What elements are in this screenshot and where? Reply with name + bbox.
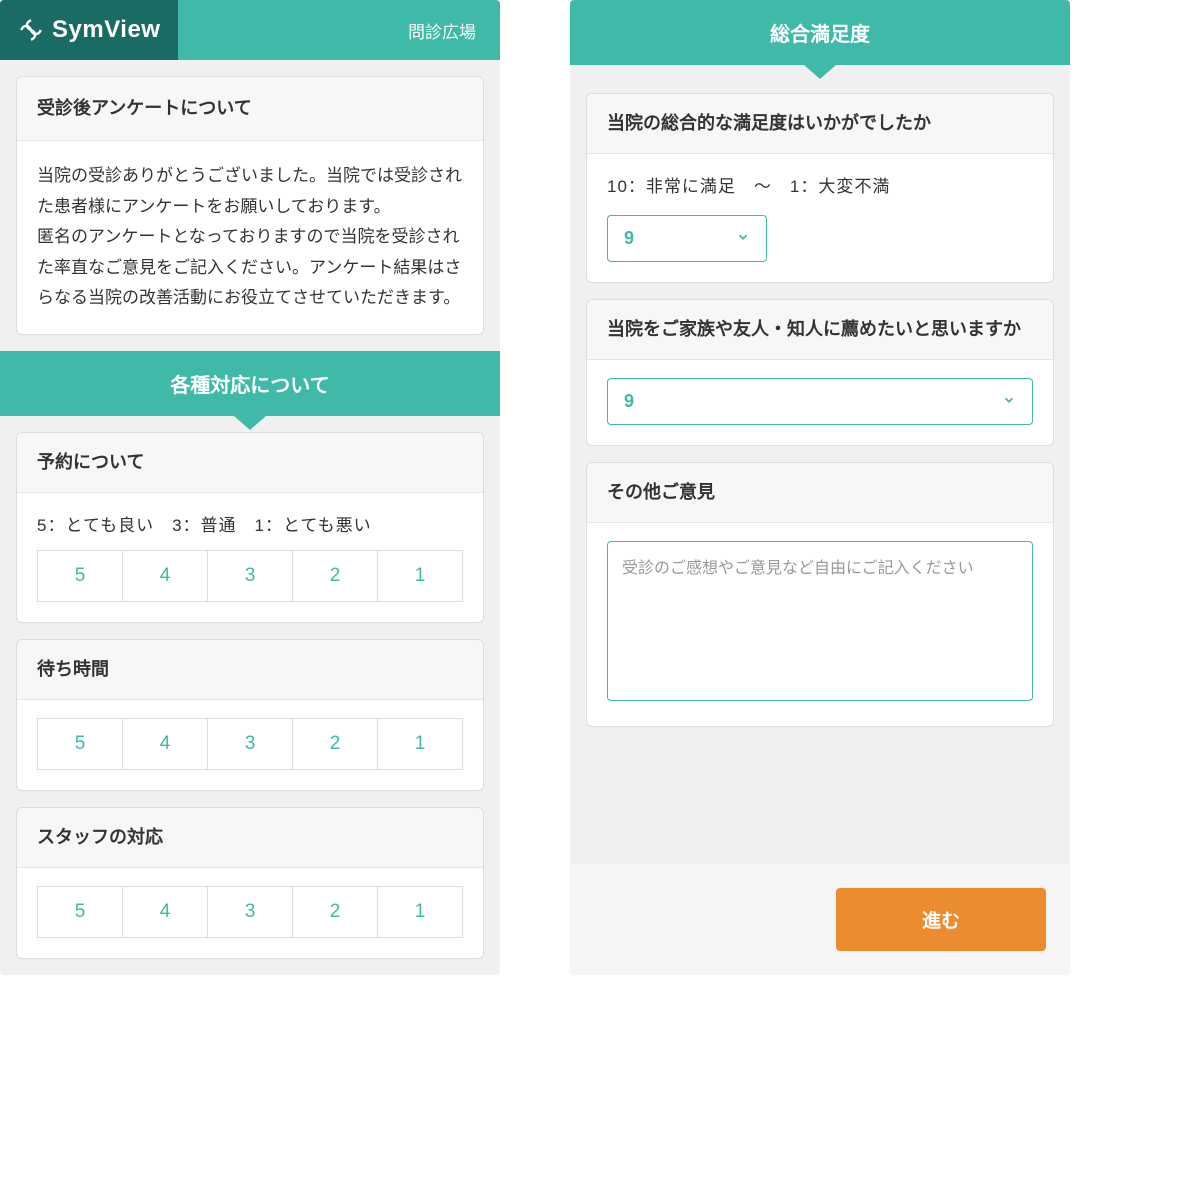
proceed-button[interactable]: 進む <box>836 888 1046 951</box>
left-content: 受診後アンケートについて 当院の受診ありがとうございました。当院では受診された患… <box>0 60 500 975</box>
question-wait-time: 待ち時間 5 4 3 2 1 <box>16 639 484 791</box>
question-overall-satisfaction: 当院の総合的な満足度はいかがでしたか 10：非常に満足 〜 1：大変不満 9 <box>586 93 1054 283</box>
intro-body: 当院の受診ありがとうございました。当院では受診された患者様にアンケートをお願いし… <box>17 141 483 334</box>
banner-pointer-icon <box>234 416 266 430</box>
rating-5[interactable]: 5 <box>37 886 123 938</box>
rating-2[interactable]: 2 <box>293 886 378 938</box>
rating-row-reservation: 5 4 3 2 1 <box>37 550 463 602</box>
rating-1[interactable]: 1 <box>378 718 463 770</box>
left-panel: SymView 問診広場 受診後アンケートについて 当院の受診ありがとうございま… <box>0 0 500 975</box>
rating-4[interactable]: 4 <box>123 886 208 938</box>
rating-4[interactable]: 4 <box>123 550 208 602</box>
app-header: SymView 問診広場 <box>0 0 500 60</box>
overall-satisfaction-title: 当院の総合的な満足度はいかがでしたか <box>587 94 1053 154</box>
rating-3[interactable]: 3 <box>208 886 293 938</box>
chevron-down-icon <box>1002 393 1016 410</box>
dropdown-satisfaction[interactable]: 9 <box>607 215 767 262</box>
section1-title: 各種対応について <box>170 375 329 397</box>
recommend-title: 当院をご家族や友人・知人に薦めたいと思いますか <box>587 300 1053 360</box>
logo-icon <box>18 17 44 43</box>
rating-1[interactable]: 1 <box>378 886 463 938</box>
comments-textarea[interactable] <box>607 541 1033 701</box>
section2-banner: 総合満足度 <box>570 0 1070 65</box>
banner-pointer-icon <box>804 65 836 79</box>
section2-title: 総合満足度 <box>770 24 870 46</box>
rating-3[interactable]: 3 <box>208 550 293 602</box>
right-panel: 総合満足度 当院の総合的な満足度はいかがでしたか 10：非常に満足 〜 1：大変… <box>570 0 1070 975</box>
comments-title: その他ご意見 <box>587 463 1053 523</box>
question-reservation-title: 予約について <box>17 433 483 493</box>
rating-4[interactable]: 4 <box>123 718 208 770</box>
rating-1[interactable]: 1 <box>378 550 463 602</box>
header-right-label: 問診広場 <box>178 18 500 43</box>
footer: 進む <box>570 864 1070 975</box>
question-recommend: 当院をご家族や友人・知人に薦めたいと思いますか 9 <box>586 299 1054 446</box>
question-wait-title: 待ち時間 <box>17 640 483 700</box>
chevron-down-icon <box>736 230 750 247</box>
dropdown-recommend-value: 9 <box>624 391 634 412</box>
section1-banner: 各種対応について <box>0 351 500 416</box>
question-staff-title: スタッフの対応 <box>17 808 483 868</box>
dropdown-recommend[interactable]: 9 <box>607 378 1033 425</box>
right-content: 当院の総合的な満足度はいかがでしたか 10：非常に満足 〜 1：大変不満 9 当… <box>570 65 1070 743</box>
rating-5[interactable]: 5 <box>37 718 123 770</box>
rating-2[interactable]: 2 <box>293 718 378 770</box>
logo-text: SymView <box>52 16 160 44</box>
rating-5[interactable]: 5 <box>37 550 123 602</box>
question-comments: その他ご意見 <box>586 462 1054 727</box>
rating-row-wait: 5 4 3 2 1 <box>37 718 463 770</box>
question-reservation: 予約について 5：とても良い 3：普通 1：とても悪い 5 4 3 2 1 <box>16 432 484 623</box>
rating-3[interactable]: 3 <box>208 718 293 770</box>
overall-scale-legend: 10：非常に満足 〜 1：大変不満 <box>607 172 1033 197</box>
intro-title: 受診後アンケートについて <box>17 77 483 141</box>
question-staff: スタッフの対応 5 4 3 2 1 <box>16 807 484 959</box>
rating-row-staff: 5 4 3 2 1 <box>37 886 463 938</box>
intro-card: 受診後アンケートについて 当院の受診ありがとうございました。当院では受診された患… <box>16 76 484 335</box>
scale-legend: 5：とても良い 3：普通 1：とても悪い <box>37 511 463 536</box>
rating-2[interactable]: 2 <box>293 550 378 602</box>
dropdown-satisfaction-value: 9 <box>624 228 634 249</box>
logo-block: SymView <box>0 0 178 60</box>
